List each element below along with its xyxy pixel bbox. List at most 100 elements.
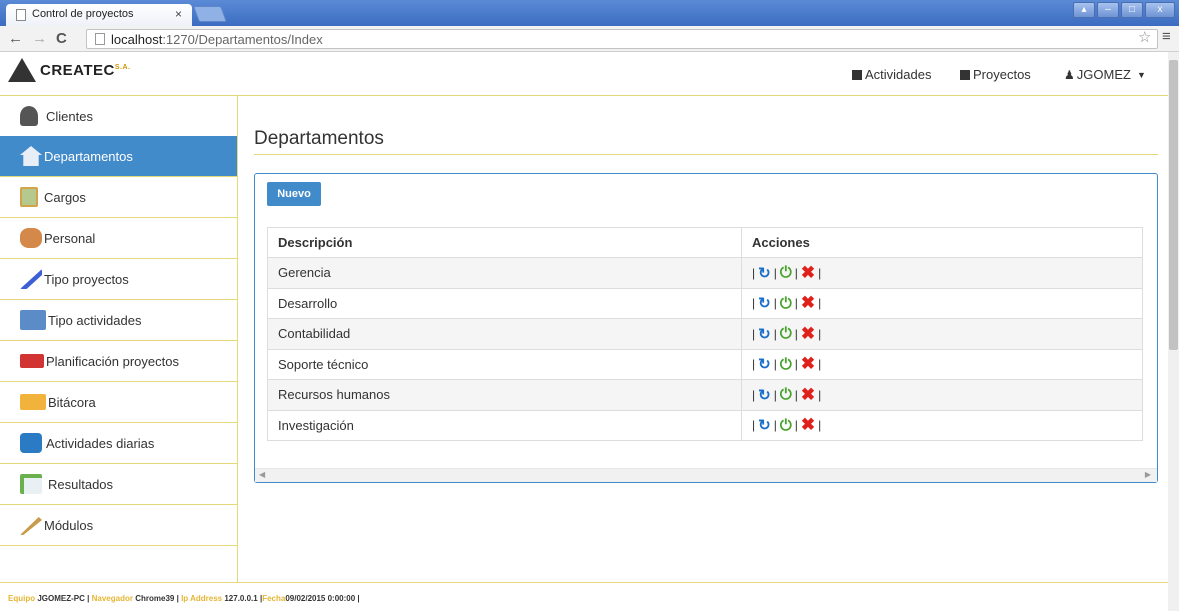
toggle-power-icon[interactable]: ⏻ [780, 325, 792, 342]
footer-ip-value: 127.0.0.1 [224, 594, 258, 603]
table-row: Recursos humanos | ↻ | ⏻ | ✖ | [267, 379, 1143, 411]
sidebar-item-cargos[interactable]: Cargos [0, 177, 237, 218]
delete-x-icon[interactable]: ✖ [801, 415, 815, 435]
scroll-right-arrow-icon[interactable]: ▶ [1145, 470, 1151, 479]
edit-refresh-icon[interactable]: ↻ [758, 264, 771, 282]
sidebar-item-personal[interactable]: Personal [0, 218, 237, 259]
title-divider [254, 154, 1158, 155]
sidebar-item-clientes[interactable]: Clientes [0, 96, 237, 136]
page-icon [95, 33, 105, 45]
action-separator: | [794, 418, 798, 433]
delete-x-icon[interactable]: ✖ [801, 354, 815, 374]
action-separator: | [818, 357, 822, 372]
menu-icon[interactable]: ≡ [1162, 28, 1171, 45]
page-scrollbar[interactable] [1168, 52, 1179, 611]
edit-refresh-icon[interactable]: ↻ [758, 386, 771, 404]
row-descripcion: Soporte técnico [267, 348, 742, 380]
table-row: Gerencia | ↻ | ⏻ | ✖ | [267, 257, 1143, 289]
action-separator: | [752, 387, 756, 402]
delete-x-icon[interactable]: ✖ [801, 293, 815, 313]
toggle-power-icon[interactable]: ⏻ [780, 356, 792, 373]
app-header: CREATECS.A. Actividades Proyectos ♟ JGOM… [0, 52, 1168, 96]
user-name: JGOMEZ [1076, 67, 1131, 82]
edit-refresh-icon[interactable]: ↻ [758, 294, 771, 312]
action-separator: | [794, 357, 798, 372]
footer-ip-label: Ip Address [181, 594, 223, 603]
footer-navegador-value: Chrome39 [135, 594, 175, 603]
action-separator: | [818, 296, 822, 311]
window-minimize-button[interactable]: – [1097, 2, 1119, 18]
action-separator: | [752, 357, 756, 372]
browser-tab[interactable]: Control de proyectos × [6, 4, 192, 26]
sidebar-item-bitacora[interactable]: Bitácora [0, 382, 237, 423]
logo[interactable]: CREATECS.A. [8, 58, 131, 82]
action-separator: | [818, 387, 822, 402]
sidebar-item-resultados[interactable]: Resultados [0, 464, 237, 505]
table-row: Contabilidad | ↻ | ⏻ | ✖ | [267, 318, 1143, 350]
delete-x-icon[interactable]: ✖ [801, 324, 815, 344]
action-separator: | [794, 265, 798, 280]
footer-fecha-label: Fecha [262, 594, 286, 603]
status-footer: Equipo JGOMEZ-PC | Navegador Chrome39 | … [0, 582, 1168, 611]
row-descripcion: Recursos humanos [267, 379, 742, 411]
new-tab-button[interactable] [193, 6, 227, 22]
scroll-left-arrow-icon[interactable]: ◀ [259, 470, 265, 479]
user-icon: ♟ [1064, 67, 1075, 82]
action-separator: | [752, 265, 756, 280]
nav-actividades-label: Actividades [865, 67, 932, 82]
browser-tab-bar: Control de proyectos × ▴ – □ x [0, 0, 1179, 26]
back-arrow-icon[interactable]: ← [8, 30, 23, 47]
toggle-power-icon[interactable]: ⏻ [780, 417, 792, 434]
departments-panel: Nuevo Descripción Acciones Gerencia | ↻ | ⏻ |… [254, 173, 1158, 483]
toggle-power-icon[interactable]: ⏻ [780, 386, 792, 403]
edit-refresh-icon[interactable]: ↻ [758, 416, 771, 434]
nav-actividades[interactable]: Actividades [852, 67, 931, 82]
edit-refresh-icon[interactable]: ↻ [758, 355, 771, 373]
sidebar-item-actividades-diarias[interactable]: Actividades diarias [0, 423, 237, 464]
forward-arrow-icon[interactable]: → [32, 30, 47, 47]
action-separator: | [773, 326, 777, 341]
browser-toolbar: ← → C localhost:1270/Departamentos/Index… [0, 26, 1179, 52]
action-separator: | [752, 296, 756, 311]
reload-icon[interactable]: C [56, 30, 67, 47]
pencil-icon [20, 517, 42, 535]
user-menu[interactable]: ♟ JGOMEZ ▼ [1064, 67, 1146, 82]
sidebar-item-departamentos[interactable]: Departamentos [0, 136, 237, 177]
toggle-power-icon[interactable]: ⏻ [780, 295, 792, 312]
table-row: Investigación | ↻ | ⏻ | ✖ | [267, 409, 1143, 441]
delete-x-icon[interactable]: ✖ [801, 263, 815, 283]
sidebar-item-tipo-proyectos[interactable]: Tipo proyectos [0, 259, 237, 300]
nav-proyectos[interactable]: Proyectos [960, 67, 1031, 82]
sidebar-item-planificacion-proyectos[interactable]: Planificación proyectos [0, 341, 237, 382]
action-separator: | [818, 326, 822, 341]
folder-icon [20, 394, 46, 410]
row-descripcion: Investigación [267, 409, 742, 441]
address-bar[interactable]: localhost:1270/Departamentos/Index [86, 29, 1158, 49]
row-acciones: | ↻ | ⏻ | ✖ | [741, 287, 1143, 319]
edit-refresh-icon[interactable]: ↻ [758, 325, 771, 343]
tab-close-icon[interactable]: × [175, 7, 182, 21]
table-row: Desarrollo | ↻ | ⏻ | ✖ | [267, 287, 1143, 319]
clipboard-icon [20, 187, 38, 207]
window-controls: ▴ – □ x [1073, 2, 1175, 18]
people-icon [20, 228, 42, 248]
toggle-power-icon[interactable]: ⏻ [780, 264, 792, 281]
sidebar-item-modulos[interactable]: Módulos [0, 505, 237, 546]
new-department-button[interactable]: Nuevo [267, 182, 321, 206]
client-icon [20, 106, 38, 126]
column-header-descripcion: Descripción [267, 227, 742, 258]
page-scrollbar-thumb[interactable] [1169, 60, 1178, 350]
action-separator: | [773, 265, 777, 280]
action-separator: | [818, 265, 822, 280]
delete-x-icon[interactable]: ✖ [801, 385, 815, 405]
page-title: Departamentos [254, 128, 384, 149]
window-close-button[interactable]: x [1145, 2, 1175, 18]
footer-navegador-label: Navegador [91, 594, 133, 603]
sidebar-item-tipo-actividades[interactable]: Tipo actividades [0, 300, 237, 341]
window-maximize-button[interactable]: □ [1121, 2, 1143, 18]
url-path: :1270/Departamentos/Index [162, 32, 323, 47]
window-user-button[interactable]: ▴ [1073, 2, 1095, 18]
horizontal-scrollbar[interactable]: ◀ ▶ [255, 468, 1157, 482]
projects-icon [960, 69, 970, 80]
bookmark-star-icon[interactable]: ☆ [1138, 28, 1151, 46]
